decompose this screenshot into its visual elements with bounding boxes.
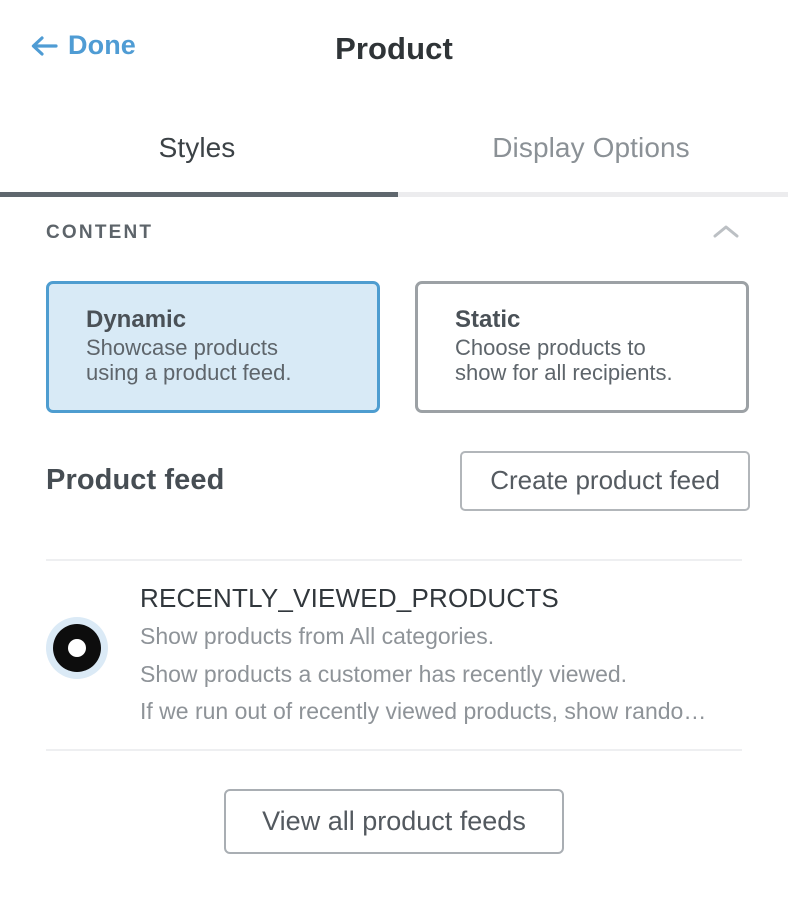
tab-styles-label: Styles (158, 132, 236, 163)
content-section-header[interactable]: CONTENT (0, 197, 788, 269)
tab-bar: Styles Display Options (0, 104, 788, 197)
product-feed-item-name: RECENTLY_VIEWED_PRODUCTS (140, 582, 559, 613)
option-card-static-title: Static (455, 306, 521, 333)
tab-display-options[interactable]: Display Options (394, 104, 788, 197)
chevron-up-icon (711, 222, 741, 245)
product-feed-item-line-1: Show products from All categories. (140, 623, 495, 650)
product-feed-list-item[interactable]: RECENTLY_VIEWED_PRODUCTS Show products f… (0, 561, 788, 749)
content-collapse-toggle[interactable] (704, 216, 748, 250)
radio-selected-icon[interactable] (46, 616, 108, 679)
product-feed-heading: Product feed (46, 464, 225, 497)
content-section-title: CONTENT (46, 222, 154, 243)
option-card-dynamic-title: Dynamic (86, 306, 187, 333)
tab-display-options-label: Display Options (492, 132, 690, 163)
product-feed-item-line-2: Show products a customer has recently vi… (140, 660, 628, 687)
option-card-dynamic-description: Showcase products using a product feed. (86, 334, 292, 386)
option-card-dynamic[interactable]: Dynamic Showcase products using a produc… (46, 281, 380, 413)
content-type-options: Dynamic Showcase products using a produc… (0, 269, 788, 413)
page-title: Product (335, 31, 453, 66)
radio-dot (53, 623, 101, 672)
product-feed-item-text: RECENTLY_VIEWED_PRODUCTS Show products f… (108, 579, 706, 731)
product-feed-item-line-3: If we run out of recently viewed product… (140, 698, 707, 725)
option-card-static[interactable]: Static Choose products to show for all r… (415, 281, 749, 413)
create-product-feed-button[interactable]: Create product feed (460, 451, 750, 511)
view-all-product-feeds-button[interactable]: View all product feeds (224, 788, 564, 854)
option-card-static-description: Choose products to show for all recipien… (455, 334, 673, 386)
product-feed-footer: View all product feeds (0, 751, 788, 854)
product-settings-panel: Done Product Styles Display Options CONT… (0, 0, 788, 902)
product-feed-header: Product feed Create product feed (0, 413, 788, 511)
tab-styles[interactable]: Styles (0, 104, 394, 197)
panel-header: Done Product (0, 0, 788, 104)
